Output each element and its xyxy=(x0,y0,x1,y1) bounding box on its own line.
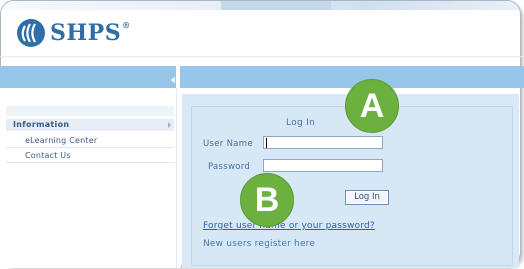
username-field[interactable] xyxy=(263,136,383,149)
collapse-sidebar-icon[interactable] xyxy=(171,77,175,83)
shps-logo-icon xyxy=(17,19,45,47)
text-cursor xyxy=(266,138,267,148)
header-divider xyxy=(0,56,524,57)
password-label: Password xyxy=(208,162,251,172)
sidebar-section-title: Information xyxy=(13,120,70,129)
sidebar-separator xyxy=(176,88,181,268)
forgot-password-link[interactable]: Forget user name or your password? xyxy=(203,221,375,231)
register-link[interactable]: New users register here xyxy=(203,239,315,249)
sidebar-item-contact-us[interactable]: Contact Us xyxy=(25,151,71,160)
nav-divider xyxy=(176,66,180,88)
callout-badge-b: B xyxy=(240,173,294,227)
top-nav-bar xyxy=(0,66,524,88)
sidebar-item-divider xyxy=(6,147,174,148)
top-strip xyxy=(1,1,520,10)
sidebar-section-information[interactable]: Information xyxy=(6,119,174,131)
login-title: Log In xyxy=(286,118,316,128)
top-strip-highlight xyxy=(221,1,331,10)
sidebar-spacer xyxy=(6,106,174,116)
callout-badge-a: A xyxy=(345,79,399,133)
sidebar-item-elearning-center[interactable]: eLearning Center xyxy=(25,136,97,145)
brand-name: SHPS® xyxy=(50,20,131,46)
password-field[interactable] xyxy=(263,159,383,172)
shps-logo[interactable]: SHPS® xyxy=(16,18,131,48)
sidebar-item-divider xyxy=(6,162,174,163)
login-button[interactable]: Log In xyxy=(345,190,389,205)
username-label: User Name xyxy=(203,139,253,149)
chevron-right-icon xyxy=(168,122,171,128)
